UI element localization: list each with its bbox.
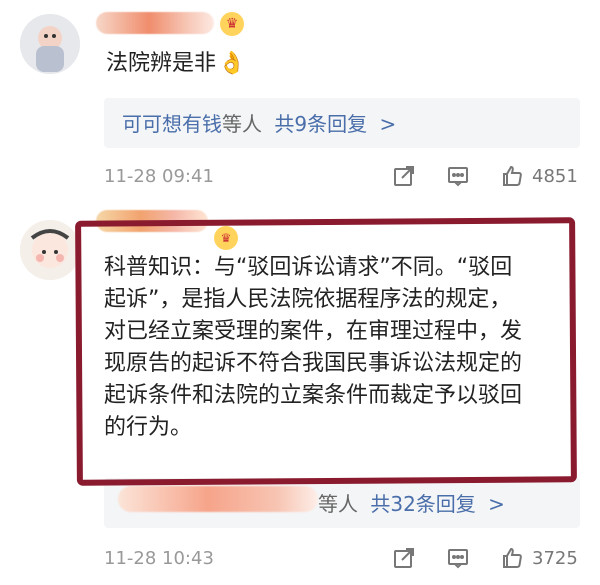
ok-hand-emoji: 👌 (218, 51, 246, 76)
avatar[interactable] (20, 220, 80, 280)
like-count: 4851 (532, 165, 578, 187)
share-icon (394, 166, 414, 186)
like-button[interactable]: 4851 (500, 164, 578, 188)
comment-icon (448, 549, 468, 569)
highlight-annotation (75, 217, 577, 486)
chevron-right-icon[interactable]: > (379, 112, 396, 136)
chevron-right-icon[interactable]: > (488, 492, 505, 516)
reply-count[interactable]: 共9条回复 (274, 112, 367, 136)
avatar[interactable] (20, 14, 80, 74)
timestamp: 11-28 10:43 (104, 548, 214, 569)
reply-summary[interactable]: 可可想有钱等人 共9条回复 > (104, 98, 580, 148)
comment-text: 法院辨是非👌 (106, 48, 245, 80)
comment-icon (448, 167, 468, 187)
comment-button[interactable] (446, 546, 470, 570)
reply-suffix: 等人 (318, 492, 358, 516)
reply-user[interactable]: 可可想有钱 (122, 112, 222, 136)
reply-count[interactable]: 共32条回复 (370, 492, 475, 516)
share-icon (394, 548, 414, 568)
timestamp: 11-28 09:41 (104, 166, 214, 187)
username-redaction (96, 12, 214, 34)
share-button[interactable] (392, 546, 416, 570)
comment-button[interactable] (446, 164, 470, 188)
like-button[interactable]: 3725 (500, 546, 578, 570)
vip-crown-icon: ♛ (220, 12, 244, 36)
thumbs-up-icon (503, 547, 522, 568)
like-count: 3725 (532, 547, 578, 569)
reply-user-redaction (118, 486, 318, 512)
reply-summary[interactable]: 等人 共32条回复 > (104, 478, 580, 528)
thumbs-up-icon (503, 165, 522, 186)
share-button[interactable] (392, 164, 416, 188)
reply-suffix: 等人 (222, 112, 262, 136)
